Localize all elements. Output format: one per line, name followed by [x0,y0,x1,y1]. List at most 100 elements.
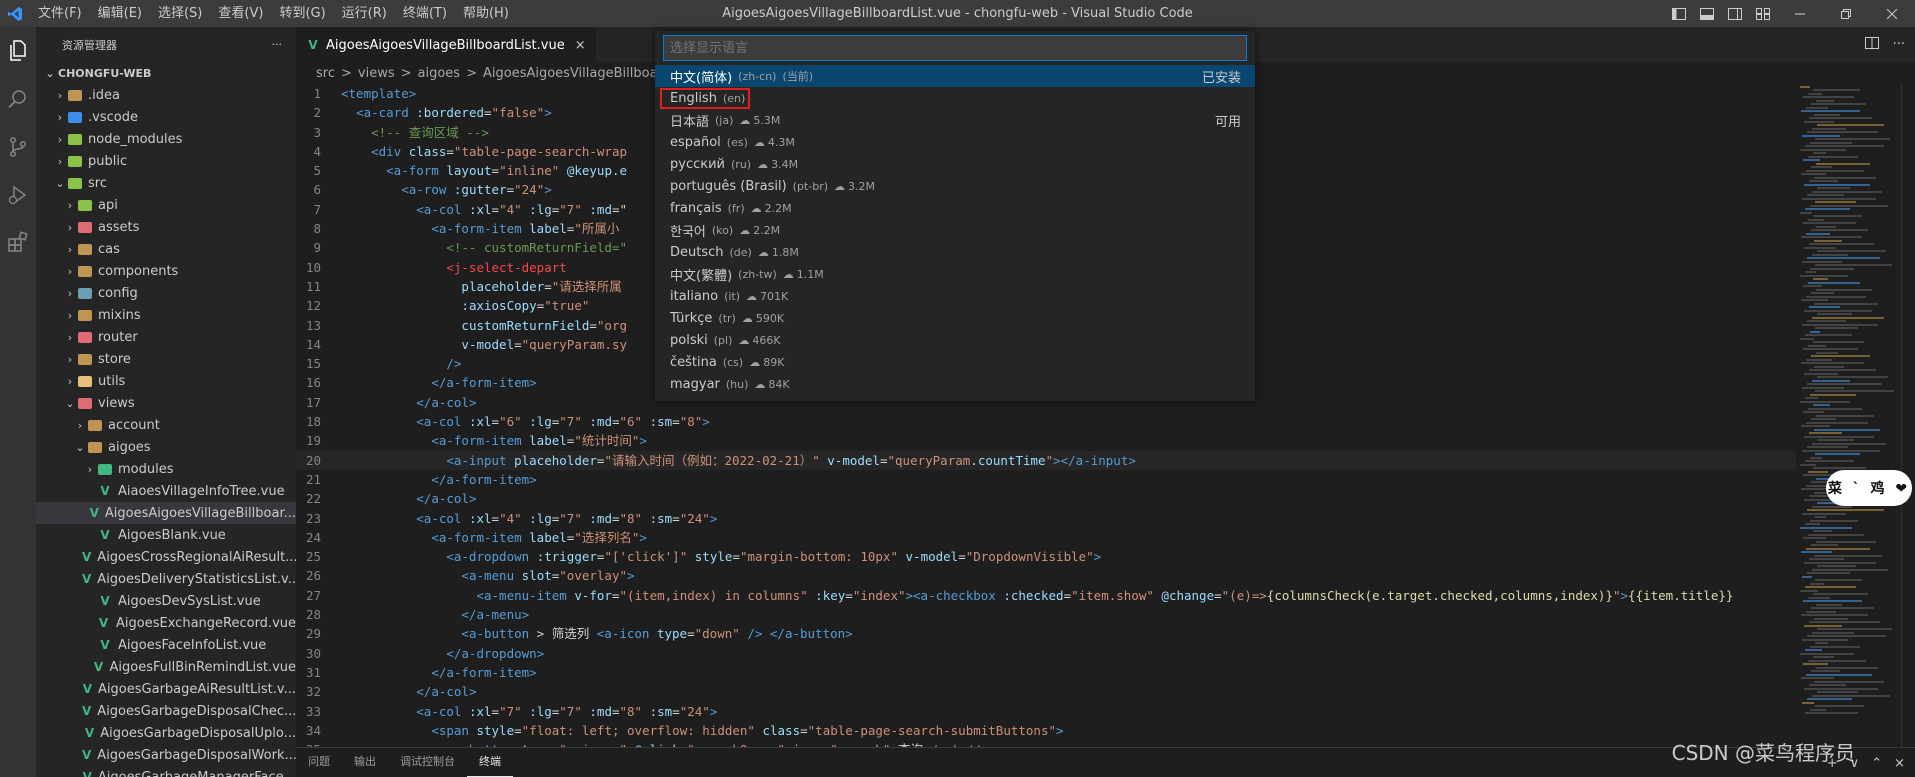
explorer-icon[interactable] [0,27,36,75]
more-actions-icon[interactable]: ··· [1893,37,1905,52]
extensions-icon[interactable] [0,219,36,267]
file-item[interactable]: V AigoesDevSysList.vue [36,590,296,612]
toggle-secondary-sidebar-icon[interactable] [1721,0,1749,27]
vertical-scrollbar[interactable] [1901,84,1915,747]
line-content: <a-col :xl="4" :lg="7" :md=" [341,200,627,219]
language-option[interactable]: magyar (hu) ☁ 84K [655,373,1255,395]
more-actions-icon[interactable]: ··· [272,38,283,51]
language-option[interactable]: 中文(简体) (zh-cn) (当前) 已安装 [655,65,1255,87]
language-option[interactable]: 한국어 (ko) ☁ 2.2M [655,219,1255,241]
panel-tab[interactable]: 问题 [296,748,342,777]
file-item[interactable]: V AigoesGarbageDisposalWork... [36,744,296,766]
code-token: customReturnField [461,317,590,333]
line-number: 2 [313,105,321,121]
language-option[interactable]: Deutsch (de) ☁ 1.8M [655,241,1255,263]
breadcrumb-item[interactable]: views [358,66,395,81]
toggle-panel-icon[interactable] [1693,0,1721,27]
maximize-panel-icon[interactable]: ⌃ [1871,756,1882,771]
language-option[interactable]: italiano (it) ☁ 701K [655,285,1255,307]
close-icon[interactable] [1869,0,1915,27]
minimap-line [1807,320,1846,322]
chevron-down-icon: ⌄ [75,440,85,454]
file-item[interactable]: V AiaoesVillageInfoTree.vue [36,480,296,502]
file-item[interactable]: V AigoesBlank.vue [36,524,296,546]
folder-item[interactable]: › store [36,348,296,370]
folder-item[interactable]: › components [36,260,296,282]
panel-tab[interactable]: 调试控制台 [388,748,467,777]
panel-tab[interactable]: 输出 [342,748,388,777]
line-number: 23 [305,510,321,526]
restore-icon[interactable] [1823,0,1869,27]
menu-item[interactable]: 转到(G) [271,0,333,27]
minimize-icon[interactable] [1777,0,1823,27]
file-item[interactable]: V AigoesDeliveryStatisticsList.v... [36,568,296,590]
file-item[interactable]: V AigoesCrossRegionalAiResult... [36,546,296,568]
folder-item[interactable]: › router [36,326,296,348]
file-item[interactable]: V AigoesGarbageDisposalChec... [36,700,296,722]
file-item[interactable]: V AigoesGarbageAiResultList.v... [36,678,296,700]
language-option[interactable]: 日本語 (ja) ☁ 5.3M 可用 [655,109,1255,131]
menu-item[interactable]: 运行(R) [334,0,395,27]
run-debug-icon[interactable] [0,171,36,219]
cloud-download-icon: ☁ [782,267,794,281]
vue-file-icon: V [82,550,92,564]
menu-item[interactable]: 帮助(H) [455,0,517,27]
file-item[interactable]: V AigoesFullBinRemindList.vue [36,656,296,678]
quick-pick-input[interactable] [663,35,1247,61]
workspace-root[interactable]: ⌄ CHONGFU-WEB [36,62,296,84]
split-editor-icon[interactable] [1864,36,1879,53]
search-icon[interactable] [0,75,36,123]
language-option[interactable]: Türkçe (tr) ☁ 590K [655,307,1255,329]
code-token: > [709,703,718,719]
file-item[interactable]: V AigoesGarbageManagerFace... [36,766,296,777]
minimap-line [1806,106,1828,109]
language-option[interactable]: polski (pl) ☁ 466K [655,329,1255,351]
customize-layout-icon[interactable] [1749,0,1777,27]
menu-item[interactable]: 文件(F) [30,0,90,27]
menu-item[interactable]: 选择(S) [150,0,210,27]
folder-item[interactable]: › mixins [36,304,296,326]
language-option[interactable]: русский (ru) ☁ 3.4M [655,153,1255,175]
toggle-sidebar-icon[interactable] [1665,0,1693,27]
breadcrumb-item[interactable]: src [316,66,335,81]
code-token: <span [431,722,469,738]
source-control-icon[interactable] [0,123,36,171]
panel-tab[interactable]: 终端 [467,748,513,777]
close-panel-icon[interactable]: × [1894,756,1905,771]
folder-item[interactable]: › public [36,150,296,172]
language-option[interactable]: português (Brasil) (pt-br) ☁ 3.2M [655,175,1255,197]
minimap[interactable] [1796,84,1915,747]
folder-item[interactable]: › .idea [36,84,296,106]
menu-item[interactable]: 终端(T) [395,0,455,27]
folder-item[interactable]: › account [36,414,296,436]
breadcrumb-item[interactable]: aigoes [418,66,461,81]
folder-item[interactable]: ⌄ aigoes [36,436,296,458]
folder-item[interactable]: › cas [36,238,296,260]
file-item[interactable]: V AigoesFaceInfoList.vue [36,634,296,656]
code-token: </a-menu> [461,607,530,623]
minimap-line [1807,698,1852,700]
language-option[interactable]: čeština (cs) ☁ 89K [655,351,1255,373]
file-item[interactable]: V AigoesGarbageDisposalUplo... [36,722,296,744]
folder-item[interactable]: › modules [36,458,296,480]
folder-item[interactable]: ⌄ src [36,172,296,194]
language-option[interactable]: français (fr) ☁ 2.2M [655,197,1255,219]
folder-item[interactable]: › assets [36,216,296,238]
file-item[interactable]: V AigoesExchangeRecord.vue [36,612,296,634]
folder-item[interactable]: › node_modules [36,128,296,150]
folder-item[interactable]: › .vscode [36,106,296,128]
menu-item[interactable]: 查看(V) [210,0,271,27]
folder-item[interactable]: › api [36,194,296,216]
folder-item[interactable]: › utils [36,370,296,392]
language-option[interactable]: español (es) ☁ 4.3M [655,131,1255,153]
folder-item[interactable]: ⌄ views [36,392,296,414]
code-token: class [762,722,801,738]
editor-tab-active[interactable]: V AigoesAigoesVillageBillboardList.vue × [296,27,596,62]
close-tab-icon[interactable]: × [575,38,586,53]
menu-item[interactable]: 编辑(E) [90,0,150,27]
folder-item[interactable]: › config [36,282,296,304]
folder-icon [78,397,92,409]
language-option[interactable]: 中文(繁體) (zh-tw) ☁ 1.1M [655,263,1255,285]
file-item[interactable]: V AigoesAigoesVillageBillboar... [36,502,296,524]
